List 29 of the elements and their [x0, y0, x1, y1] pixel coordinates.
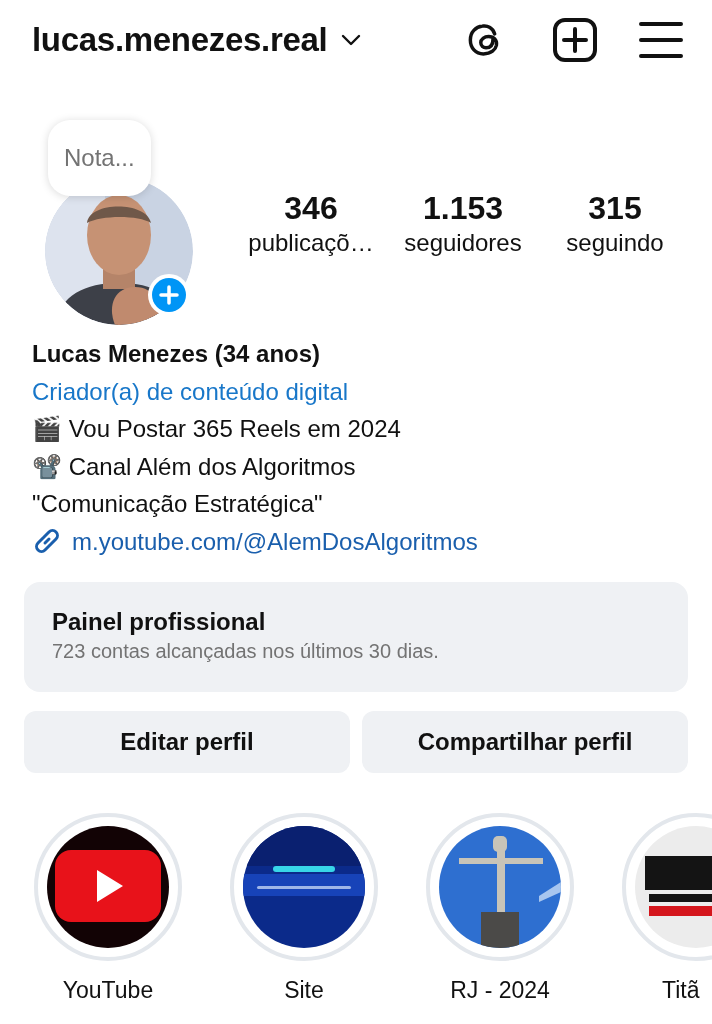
highlight-ring[interactable]	[426, 813, 574, 961]
dashboard-title: Painel profissional	[52, 607, 267, 637]
highlight-label: YouTube	[62, 977, 154, 1004]
bio-line: 📽 Canal Além dos Algoritmos	[32, 451, 357, 482]
profile-button[interactable]: Compartilhar perfil	[362, 711, 688, 773]
add-icon[interactable]	[552, 17, 598, 63]
stat-label[interactable]: seguindo	[566, 226, 664, 260]
profile-button[interactable]: Editar perfil	[24, 711, 350, 773]
stat-count: 315	[588, 190, 642, 226]
highlight-ring[interactable]	[230, 813, 378, 961]
dashboard-subtitle: 723 contas alcançadas nos últimos 30 dias.	[52, 639, 440, 664]
profile-name: Lucas Menezes (34 anos)	[32, 339, 322, 369]
bio-line: 🎬 Vou Postar 365 Reels em 2024	[32, 414, 402, 444]
highlight-ring[interactable]	[34, 813, 182, 961]
stat-count: 346	[284, 190, 338, 226]
stat-count: 1.153	[422, 190, 504, 226]
menu-icon[interactable]	[638, 20, 684, 60]
category-label[interactable]: Criador(a) de conteúdo digital	[32, 372, 680, 410]
stat-label[interactable]: publicaçõ…	[248, 226, 374, 260]
website-link[interactable]: m.youtube.com/@AlemDosAlgoritmos	[72, 522, 478, 560]
dashboard-card[interactable]: Painel profissional 723 contas alcançadas nos últimos 30 dias.	[24, 582, 688, 692]
chevron-down-icon[interactable]	[341, 34, 362, 46]
highlight-label: Titã	[662, 977, 700, 1004]
highlight-label: Site	[284, 977, 324, 1004]
stat-label[interactable]: seguidores	[404, 226, 522, 260]
note-bubble[interactable]: Nota...	[48, 120, 151, 196]
username[interactable]: lucas.menezes.real	[32, 21, 328, 59]
highlight-label: RJ - 2024	[450, 977, 550, 1004]
bio-line: "Comunicação Estratégica"	[32, 489, 324, 519]
